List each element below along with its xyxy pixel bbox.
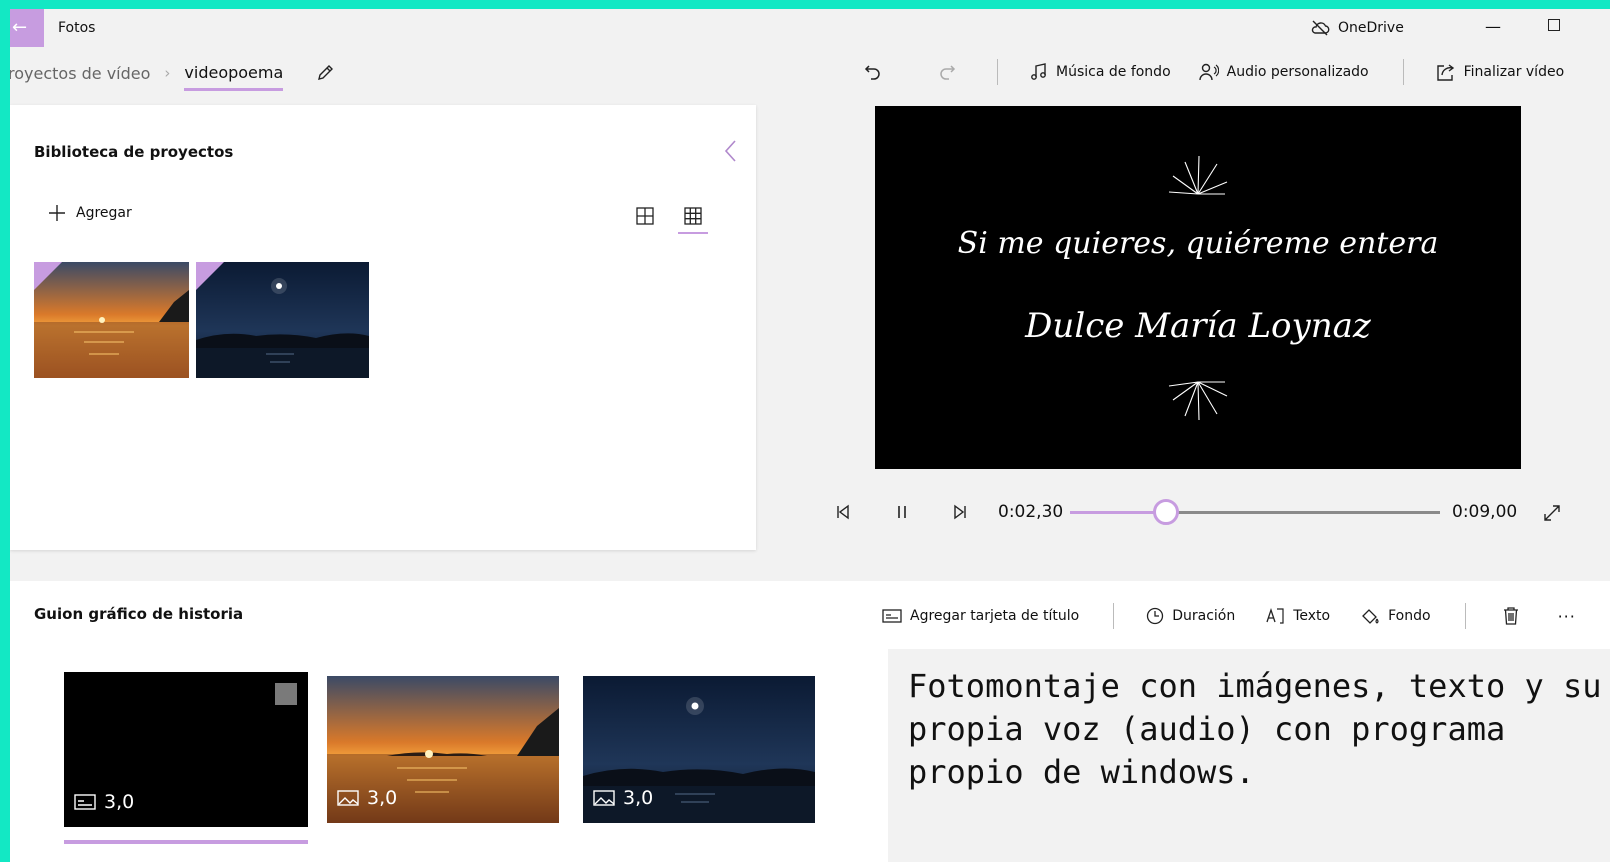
- cloud-off-icon: [1310, 20, 1330, 36]
- share-icon: [1436, 63, 1456, 81]
- background-label: Fondo: [1388, 608, 1431, 624]
- collapse-chevron-left-icon[interactable]: [724, 139, 738, 163]
- minimize-button[interactable]: —: [1485, 17, 1501, 36]
- onedrive-button[interactable]: OneDrive: [1310, 20, 1404, 36]
- library-thumbnail-sunset[interactable]: [34, 262, 189, 378]
- video-preview[interactable]: Si me quieres, quiéreme entera Dulce Mar…: [875, 106, 1521, 469]
- seek-slider-thumb[interactable]: [1153, 499, 1180, 525]
- breadcrumb-separator-icon: ›: [164, 64, 171, 82]
- caption-text-box: Fotomontaje con imágenes, texto y su pro…: [888, 649, 1610, 862]
- pencil-icon[interactable]: [315, 63, 335, 83]
- storyboard-panel: Guion gráfico de historia Agregar tarjet…: [10, 581, 1610, 862]
- back-arrow-icon: ←: [12, 17, 28, 38]
- background-music-label: Música de fondo: [1056, 64, 1171, 80]
- duration-label: Duración: [1172, 608, 1236, 624]
- pause-icon[interactable]: [895, 504, 909, 520]
- title-card-icon: [74, 794, 96, 810]
- add-label: Agregar: [76, 205, 132, 221]
- back-button[interactable]: ←: [10, 9, 44, 47]
- app-title: Fotos: [58, 20, 96, 36]
- photos-app-window: ← Fotos OneDrive — royectos de vídeo › v…: [10, 9, 1610, 862]
- seek-track-progress: [1070, 511, 1167, 514]
- background-music-button[interactable]: Música de fondo: [1030, 63, 1171, 81]
- clip-duration-value: 3,0: [623, 787, 654, 809]
- breadcrumb-current: videopoema: [184, 62, 284, 91]
- storyboard-clip-title-card[interactable]: 3,0: [64, 672, 308, 827]
- paint-bucket-icon: [1360, 607, 1380, 625]
- plus-icon: [48, 204, 66, 222]
- clip-duration-value: 3,0: [104, 791, 135, 813]
- clip-duration: 3,0: [593, 787, 653, 809]
- more-options-icon[interactable]: ···: [1558, 607, 1576, 626]
- maximize-button[interactable]: [1548, 19, 1560, 31]
- project-library-panel: Biblioteca de proyectos Agregar: [10, 105, 756, 550]
- clock-icon: [1146, 607, 1164, 625]
- preview-title-line: Si me quieres, quiéreme entera: [957, 226, 1439, 261]
- toolbar-separator: [997, 59, 998, 85]
- background-button[interactable]: Fondo: [1360, 607, 1431, 625]
- text-button[interactable]: Texto: [1265, 607, 1330, 625]
- title-bar: ← Fotos OneDrive —: [10, 9, 1610, 47]
- finish-video-label: Finalizar vídeo: [1463, 64, 1565, 80]
- image-icon: [337, 790, 359, 806]
- finish-video-button[interactable]: Finalizar vídeo: [1436, 63, 1565, 81]
- library-thumbnail-moonlight[interactable]: [196, 262, 369, 378]
- toolbar-separator: [1464, 603, 1466, 629]
- selection-corner-icon: [34, 262, 62, 290]
- fullscreen-icon[interactable]: [1543, 504, 1561, 522]
- custom-audio-label: Audio personalizado: [1226, 64, 1369, 80]
- storyboard-clip-sunset[interactable]: 3,0: [327, 676, 559, 823]
- total-time: 0:09,00: [1452, 502, 1518, 522]
- preview-author-line: Dulce María Loynaz: [1025, 306, 1371, 346]
- storyboard-toolbar: Agregar tarjeta de título Duración Texto: [882, 603, 1576, 629]
- active-view-indicator: [678, 232, 708, 234]
- custom-audio-button[interactable]: Audio personalizado: [1198, 63, 1369, 81]
- onedrive-label: OneDrive: [1338, 20, 1404, 36]
- small-grid-view-icon[interactable]: [636, 207, 654, 225]
- toolbar-separator: [1113, 603, 1115, 629]
- large-grid-view-icon[interactable]: [684, 207, 702, 225]
- clip-duration: 3,0: [74, 791, 134, 813]
- add-button[interactable]: Agregar: [48, 204, 132, 222]
- breadcrumb: royectos de vídeo › videopoema: [10, 61, 335, 91]
- storyboard-title: Guion gráfico de historia: [34, 605, 244, 623]
- ornament-top-icon: [1165, 154, 1231, 202]
- checkbox-icon[interactable]: [275, 683, 297, 705]
- undo-icon[interactable]: [863, 62, 883, 82]
- add-title-card-label: Agregar tarjeta de título: [910, 608, 1080, 624]
- storyboard-clip-moonlight[interactable]: 3,0: [583, 676, 815, 823]
- library-title: Biblioteca de proyectos: [34, 143, 234, 161]
- person-audio-icon: [1198, 63, 1219, 81]
- music-note-icon: [1030, 63, 1048, 81]
- title-card-icon: [882, 608, 902, 624]
- ornament-bottom-icon: [1165, 374, 1231, 422]
- step-back-icon[interactable]: [835, 504, 851, 520]
- clip-duration: 3,0: [337, 787, 397, 809]
- breadcrumb-parent-link[interactable]: royectos de vídeo: [10, 64, 150, 83]
- step-forward-icon[interactable]: [952, 504, 968, 520]
- toolbar-separator: [1402, 59, 1404, 85]
- add-title-card-button[interactable]: Agregar tarjeta de título: [882, 608, 1079, 624]
- selected-clip-indicator: [64, 840, 308, 844]
- selection-corner-icon: [196, 262, 224, 290]
- duration-button[interactable]: Duración: [1146, 607, 1235, 625]
- image-icon: [593, 790, 615, 806]
- text-icon: [1265, 607, 1285, 625]
- trash-icon[interactable]: [1502, 606, 1520, 626]
- clip-duration-value: 3,0: [367, 787, 398, 809]
- redo-icon[interactable]: [937, 62, 957, 82]
- text-label: Texto: [1293, 608, 1331, 624]
- playback-controls: 0:02,30 0:09,00: [835, 499, 1610, 527]
- top-toolbar: Música de fondo Audio personalizado Fina…: [855, 59, 1564, 85]
- current-time: 0:02,30: [998, 502, 1064, 522]
